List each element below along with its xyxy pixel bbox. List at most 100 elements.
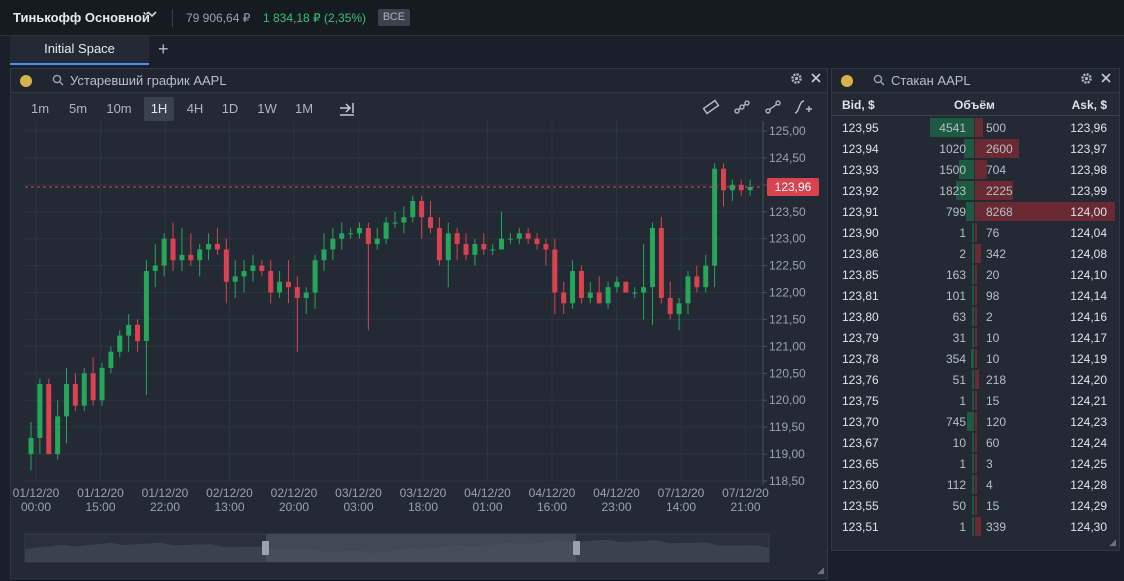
order-book-row[interactable]: 123,86 2 342 124,08 (832, 243, 1119, 264)
order-book-columns: Bid, $ Объём Ask, $ (832, 93, 1119, 116)
ask-price: 124,29 (1070, 499, 1107, 513)
candle (214, 244, 220, 250)
order-book-row[interactable]: 123,75 1 15 124,21 (832, 390, 1119, 411)
bid-volume-bar (972, 265, 974, 284)
y-tick-label: 120,00 (769, 393, 806, 407)
filter-all-badge[interactable]: ВСЕ (378, 9, 410, 26)
y-tick-label: 121,00 (769, 339, 806, 353)
order-book-row[interactable]: 123,95 4541 500 123,96 (832, 117, 1119, 138)
bid-volume-bar (972, 286, 974, 305)
ask-price: 124,04 (1070, 226, 1107, 240)
order-book-row[interactable]: 123,51 1 339 124,30 (832, 516, 1119, 537)
order-book-row[interactable]: 123,76 51 218 124,20 (832, 369, 1119, 390)
order-book-row[interactable]: 123,81 101 98 124,14 (832, 285, 1119, 306)
candle (90, 373, 96, 401)
candle (170, 238, 176, 261)
order-book-row[interactable]: 123,92 1823 2225 123,99 (832, 180, 1119, 201)
candle (401, 217, 407, 223)
resize-handle-icon[interactable]: ◢ (1109, 537, 1116, 548)
candle (419, 201, 425, 218)
order-book-row[interactable]: 123,90 1 76 124,04 (832, 222, 1119, 243)
candle (614, 281, 620, 288)
close-icon[interactable] (1100, 71, 1112, 88)
candle (649, 227, 655, 288)
order-book-row[interactable]: 123,78 354 10 124,19 (832, 348, 1119, 369)
order-book-row[interactable]: 123,60 112 4 124,28 (832, 474, 1119, 495)
portfolio-change: 1 834,18 ₽ (2,35%) (263, 11, 367, 25)
ask-volume: 2 (986, 310, 993, 324)
ask-volume-bar (975, 496, 977, 515)
candle (99, 367, 105, 401)
price-chart[interactable]: 125,00124,50124,00123,50123,00122,50122,… (11, 69, 829, 580)
candle (259, 265, 265, 271)
x-tick-date: 07/12/20 (722, 486, 769, 500)
order-book-row[interactable]: 123,79 31 10 124,17 (832, 327, 1119, 348)
candle (667, 297, 673, 315)
ask-volume: 342 (986, 247, 1007, 261)
y-tick-label: 119,50 (769, 420, 805, 434)
order-book-panel: Стакан AAPL Bid, $ Объём Ask, $ 123,95 45… (831, 68, 1120, 551)
y-tick-label: 122,50 (769, 259, 806, 273)
ask-price: 123,99 (1070, 184, 1107, 198)
bid-volume: 354 (945, 352, 966, 366)
ask-volume-bar (975, 244, 981, 263)
add-tab-button[interactable]: + (158, 39, 169, 60)
candle (55, 416, 61, 455)
candle (161, 238, 167, 266)
bid-volume: 50 (952, 499, 966, 513)
bid-price: 123,86 (842, 247, 879, 261)
ask-volume-bar (975, 328, 977, 347)
ask-volume: 10 (986, 331, 1000, 345)
bid-volume: 163 (945, 268, 966, 282)
top-bar: Тинькофф Основной 79 906,64 ₽ 1 834,18 ₽… (0, 0, 1124, 36)
resize-handle-icon[interactable]: ◢ (817, 565, 824, 576)
ask-volume: 60 (986, 436, 1000, 450)
bid-volume: 51 (952, 373, 966, 387)
order-book-row[interactable]: 123,94 1020 2600 123,97 (832, 138, 1119, 159)
workspace-tabs: Initial Space + (0, 36, 1124, 66)
ask-volume-bar (975, 517, 981, 536)
ask-volume: 76 (986, 226, 1000, 240)
candle (117, 335, 123, 352)
link-color-dot[interactable] (841, 75, 853, 87)
candle (490, 249, 496, 251)
ask-price: 124,25 (1070, 457, 1107, 471)
candle (383, 222, 389, 239)
candle (37, 384, 43, 438)
order-book-row[interactable]: 123,85 163 20 124,10 (832, 264, 1119, 285)
candle (339, 233, 345, 239)
candle (543, 244, 549, 250)
ask-volume: 10 (986, 352, 1000, 366)
account-name[interactable]: Тинькофф Основной (13, 10, 150, 25)
search-icon[interactable] (873, 74, 885, 89)
ask-volume: 339 (986, 520, 1007, 534)
candle (108, 351, 114, 368)
order-book-row[interactable]: 123,55 50 15 124,29 (832, 495, 1119, 516)
ask-volume: 3 (986, 457, 993, 471)
x-tick-time: 14:00 (666, 500, 696, 514)
order-book-row[interactable]: 123,80 63 2 124,16 (832, 306, 1119, 327)
order-book-row[interactable]: 123,67 10 60 124,24 (832, 432, 1119, 453)
bid-price: 123,78 (842, 352, 879, 366)
bid-volume: 799 (945, 205, 966, 219)
order-book-row[interactable]: 123,70 745 120 124,23 (832, 411, 1119, 432)
candle (596, 292, 602, 304)
ask-volume-bar (975, 223, 977, 242)
candle (374, 238, 380, 245)
navigator-window (266, 534, 576, 562)
candle (738, 184, 744, 191)
bid-volume-bar (972, 475, 974, 494)
bid-volume: 31 (952, 331, 966, 345)
order-book-row[interactable]: 123,91 799 8268 124,00 (832, 201, 1119, 222)
gear-icon[interactable] (1080, 72, 1093, 88)
ask-volume: 704 (986, 163, 1007, 177)
x-tick-time: 22:00 (150, 500, 180, 514)
candle (232, 276, 238, 282)
tab-initial-space[interactable]: Initial Space (10, 36, 149, 65)
chevron-down-icon[interactable] (146, 8, 158, 23)
order-book-title[interactable]: Стакан AAPL (891, 73, 971, 88)
candle (676, 303, 682, 315)
order-book-row[interactable]: 123,65 1 3 124,25 (832, 453, 1119, 474)
bid-price: 123,55 (842, 499, 879, 513)
order-book-row[interactable]: 123,93 1500 704 123,98 (832, 159, 1119, 180)
